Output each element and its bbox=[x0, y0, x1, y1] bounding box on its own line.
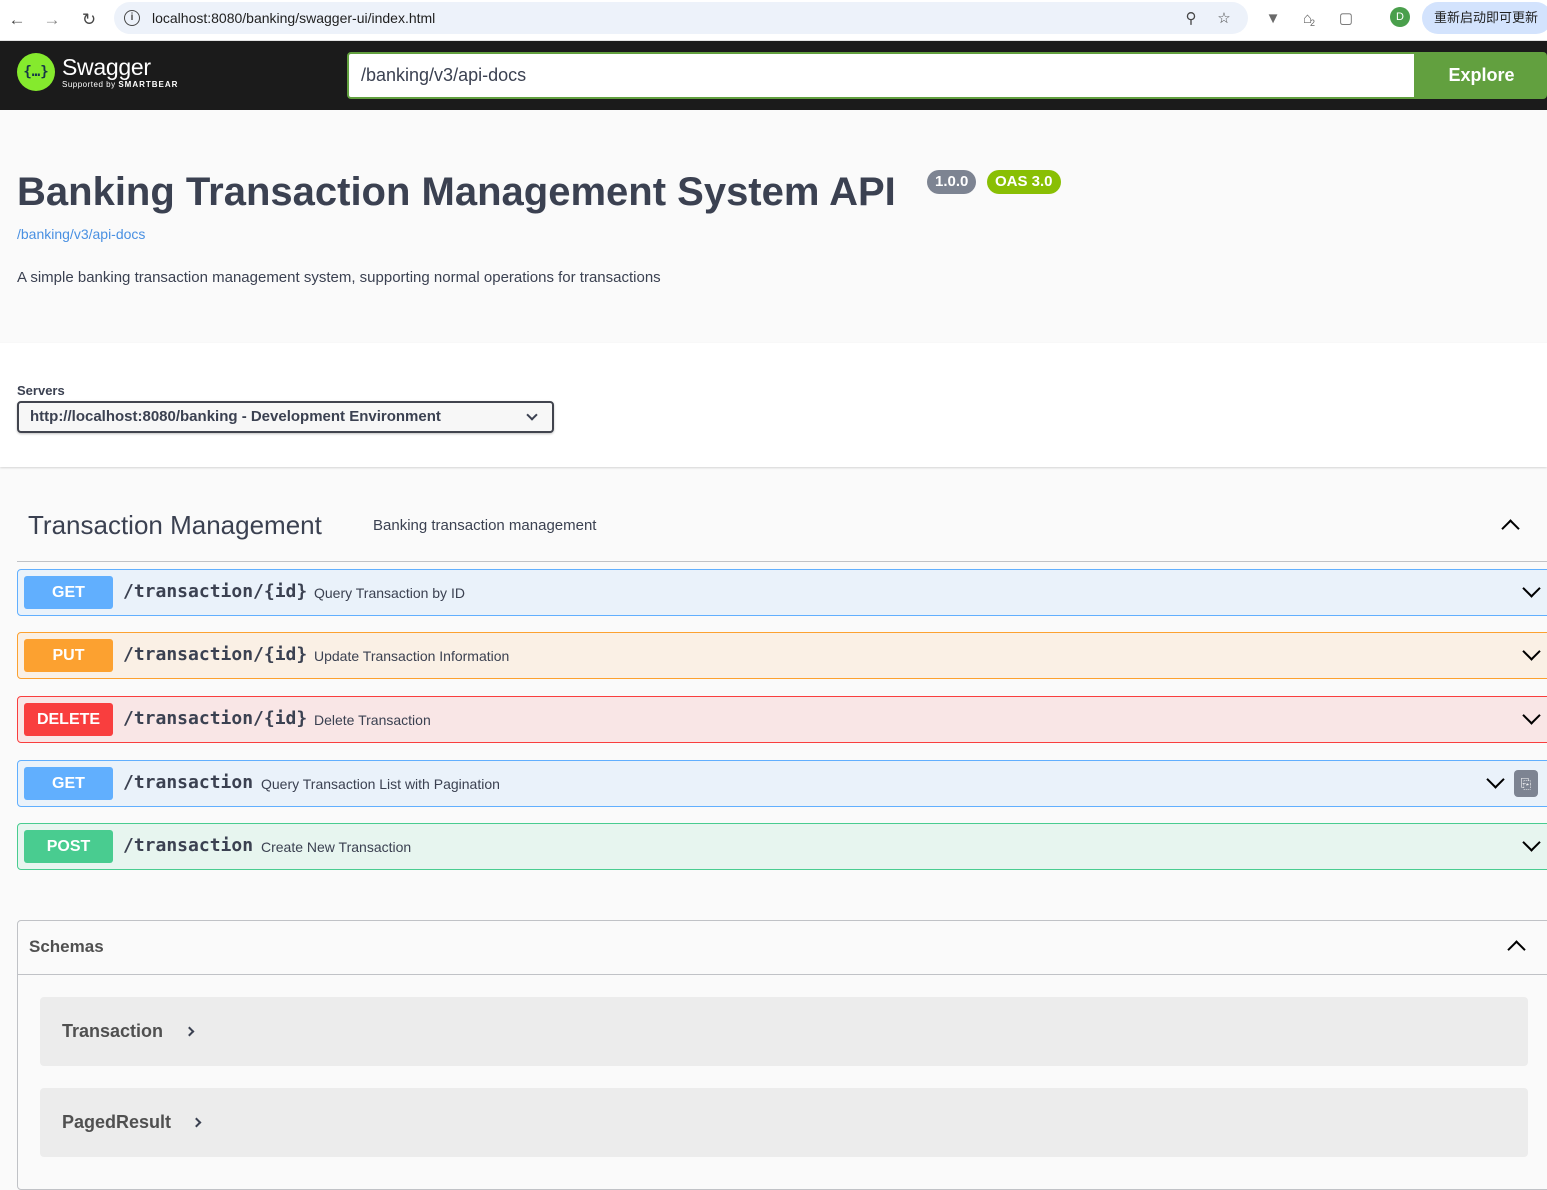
operation-summary: Query Transaction by ID bbox=[314, 585, 465, 601]
spec-url-input[interactable]: /banking/v3/api-docs bbox=[347, 52, 1416, 99]
swagger-logo[interactable]: {…} Swagger Supported by SMARTBEAR bbox=[17, 53, 178, 91]
servers-selected-value: http://localhost:8080/banking - Developm… bbox=[30, 408, 441, 425]
version-badge: 1.0.0 bbox=[927, 170, 977, 194]
oas-badge: OAS 3.0 bbox=[987, 170, 1061, 194]
method-badge: DELETE bbox=[24, 703, 113, 736]
spec-link[interactable]: /banking/v3/api-docs bbox=[17, 226, 145, 242]
schemas-title[interactable]: Schemas bbox=[29, 937, 104, 957]
forward-icon[interactable]: → bbox=[38, 6, 66, 34]
api-description: A simple banking transaction management … bbox=[17, 269, 661, 286]
operation-summary: Update Transaction Information bbox=[314, 648, 510, 664]
chevron-down-icon[interactable] bbox=[1522, 579, 1541, 598]
logo-supported-by: Supported by bbox=[62, 80, 116, 89]
site-info-icon[interactable]: i bbox=[124, 10, 140, 26]
logo-company: SMARTBEAR bbox=[118, 80, 179, 89]
chevron-down-icon[interactable] bbox=[1522, 833, 1541, 852]
method-badge: GET bbox=[24, 767, 113, 800]
back-icon[interactable]: ← bbox=[3, 6, 31, 34]
zoom-icon[interactable]: ⚲ bbox=[1180, 7, 1202, 29]
bookmark-star-icon[interactable]: ☆ bbox=[1213, 7, 1235, 29]
schemas-header[interactable]: Schemas bbox=[18, 921, 1547, 975]
extension-v-icon[interactable]: ▼ bbox=[1262, 7, 1284, 29]
operation-path: /transaction/{id} bbox=[123, 581, 308, 602]
operation-summary: Query Transaction List with Pagination bbox=[261, 776, 500, 792]
api-info: Banking Transaction Management System AP… bbox=[0, 110, 1547, 343]
method-badge: POST bbox=[24, 830, 113, 863]
method-badge: PUT bbox=[24, 639, 113, 672]
servers-section: Servers http://localhost:8080/banking - … bbox=[0, 343, 1547, 467]
operation-get-transaction-list[interactable]: GET /transaction Query Transaction List … bbox=[17, 760, 1547, 807]
operation-path: /transaction/{id} bbox=[123, 708, 308, 729]
operation-path: /transaction bbox=[123, 835, 254, 856]
tag-header[interactable]: Transaction Management Banking transacti… bbox=[17, 492, 1547, 562]
schema-name[interactable]: Transaction bbox=[62, 1021, 163, 1042]
chevron-down-icon[interactable] bbox=[1486, 770, 1505, 789]
explore-button[interactable]: Explore bbox=[1416, 52, 1547, 99]
schemas-section: Schemas Transaction PagedResult bbox=[17, 920, 1547, 1190]
schema-name[interactable]: PagedResult bbox=[62, 1112, 171, 1133]
extensions-puzzle-icon[interactable]: ▢ bbox=[1335, 7, 1357, 29]
schema-item[interactable]: PagedResult bbox=[40, 1088, 1528, 1157]
schema-item[interactable]: Transaction bbox=[40, 997, 1528, 1066]
profile-avatar[interactable]: D bbox=[1390, 7, 1410, 27]
chevron-down-icon bbox=[526, 409, 538, 421]
swagger-topbar: {…} Swagger Supported by SMARTBEAR /bank… bbox=[0, 41, 1547, 110]
operation-get-transaction-id[interactable]: GET /transaction/{id} Query Transaction … bbox=[17, 569, 1547, 616]
swagger-logo-icon: {…} bbox=[17, 53, 55, 91]
restart-update-button[interactable]: 重新启动即可更新 bbox=[1422, 2, 1547, 34]
browser-toolbar: ← → ↻ i localhost:8080/banking/swagger-u… bbox=[0, 0, 1547, 41]
address-url[interactable]: localhost:8080/banking/swagger-ui/index.… bbox=[152, 10, 435, 26]
tag-name[interactable]: Transaction Management bbox=[28, 510, 322, 541]
reload-icon[interactable]: ↻ bbox=[75, 6, 103, 34]
operation-path: /transaction/{id} bbox=[123, 644, 308, 665]
extension-home-icon[interactable]: ⌂ 2 bbox=[1298, 7, 1320, 29]
chevron-right-icon[interactable] bbox=[184, 1026, 195, 1037]
operation-post-transaction[interactable]: POST /transaction Create New Transaction bbox=[17, 823, 1547, 870]
operation-summary: Create New Transaction bbox=[261, 839, 412, 855]
operation-summary: Delete Transaction bbox=[314, 712, 431, 728]
chevron-up-icon[interactable] bbox=[1501, 519, 1520, 538]
clipboard-icon[interactable]: ⎘ bbox=[1514, 770, 1538, 797]
method-badge: GET bbox=[24, 576, 113, 609]
address-bar[interactable]: i localhost:8080/banking/swagger-ui/inde… bbox=[114, 2, 1248, 34]
operation-put-transaction-id[interactable]: PUT /transaction/{id} Update Transaction… bbox=[17, 632, 1547, 679]
logo-title: Swagger bbox=[62, 54, 151, 80]
tag-description: Banking transaction management bbox=[373, 517, 597, 534]
chevron-up-icon[interactable] bbox=[1507, 940, 1526, 959]
operation-path: /transaction bbox=[123, 772, 254, 793]
chevron-right-icon[interactable] bbox=[191, 1117, 202, 1128]
servers-label: Servers bbox=[17, 383, 65, 398]
api-title: Banking Transaction Management System AP… bbox=[17, 170, 896, 214]
servers-select[interactable]: http://localhost:8080/banking - Developm… bbox=[17, 401, 554, 433]
extension-badge: 2 bbox=[1310, 18, 1316, 28]
chevron-down-icon[interactable] bbox=[1522, 706, 1541, 725]
operation-delete-transaction-id[interactable]: DELETE /transaction/{id} Delete Transact… bbox=[17, 696, 1547, 743]
chevron-down-icon[interactable] bbox=[1522, 642, 1541, 661]
